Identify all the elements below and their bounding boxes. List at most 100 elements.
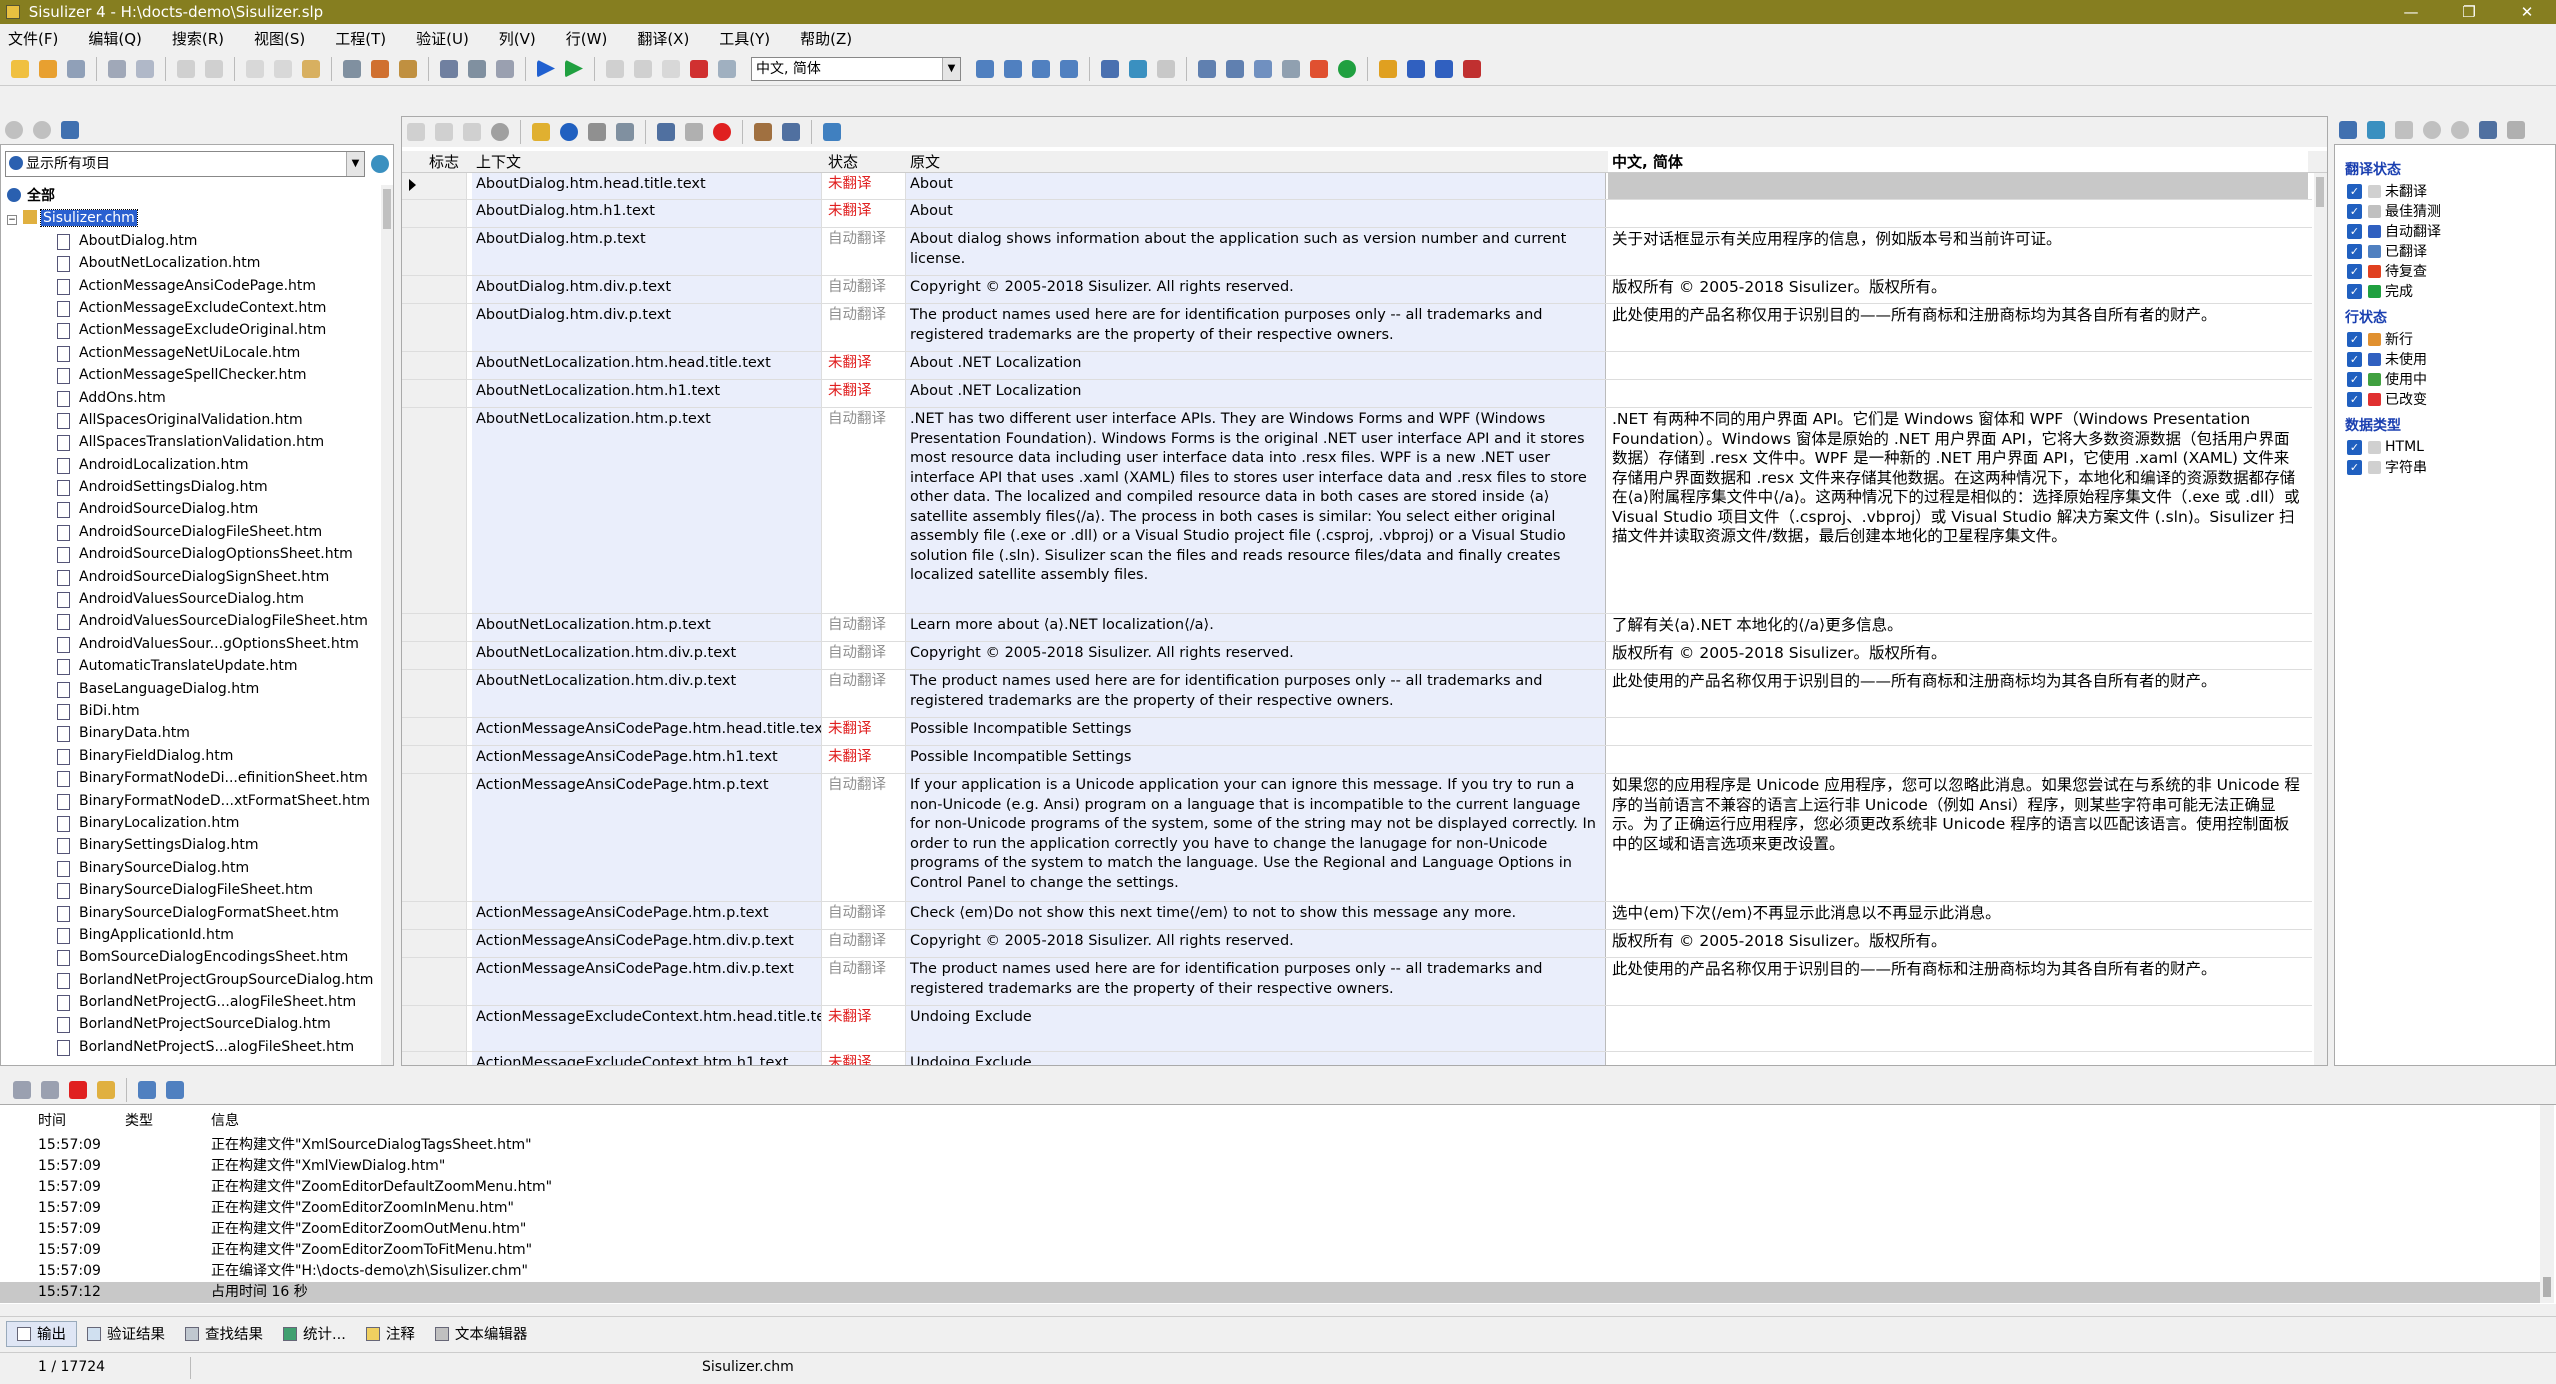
filter-item[interactable]: ✓ 已翻译 xyxy=(2347,241,2555,261)
row-context[interactable]: ActionMessageExcludeContext.htm.h1.text xyxy=(472,1052,822,1065)
table-row[interactable]: ActionMessageAnsiCodePage.htm.p.text 自动翻译… xyxy=(402,902,2312,930)
refresh-tree-icon[interactable] xyxy=(371,155,389,173)
row-translation[interactable] xyxy=(1608,173,2308,199)
row-original[interactable]: Possible Incompatible Settings xyxy=(906,718,1606,745)
menu-row[interactable]: 行(W) xyxy=(566,28,608,49)
filter-edit-icon[interactable] xyxy=(2479,121,2497,139)
filter-item[interactable]: ✓ 自动翻译 xyxy=(2347,221,2555,241)
output-doc-icon[interactable] xyxy=(13,1081,31,1099)
row-flag[interactable] xyxy=(425,173,467,199)
stop-icon[interactable] xyxy=(713,123,731,141)
row-context[interactable]: AboutNetLocalization.htm.p.text xyxy=(472,408,822,613)
tree-file-item[interactable]: AndroidSettingsDialog.htm xyxy=(5,476,385,498)
find-icon[interactable] xyxy=(343,59,361,78)
filter-back-icon[interactable] xyxy=(2423,121,2441,139)
scan-icon[interactable] xyxy=(371,59,389,78)
row-context[interactable]: ActionMessageAnsiCodePage.htm.head.title… xyxy=(472,718,822,745)
row-flag[interactable] xyxy=(425,304,467,351)
row-translation[interactable] xyxy=(1608,352,2308,379)
row-flag[interactable] xyxy=(425,902,467,929)
view-split-icon[interactable] xyxy=(1032,59,1050,78)
column-target[interactable]: 中文, 简体 xyxy=(1608,151,2308,172)
row-status[interactable]: 未翻译 xyxy=(824,1006,906,1051)
run-icon[interactable] xyxy=(537,59,555,78)
output-pin-icon[interactable] xyxy=(166,1081,184,1099)
output-line[interactable]: 15:57:09 正在构建文件"XmlSourceDialogTagsSheet.… xyxy=(0,1135,2540,1156)
table-row[interactable]: AboutDialog.htm.p.text 自动翻译 About dialog s… xyxy=(402,228,2312,276)
column-flag[interactable]: 标志 xyxy=(425,151,472,172)
grid-window-icon[interactable] xyxy=(823,123,841,141)
output-line[interactable]: 15:57:09 正在构建文件"ZoomEditorZoomToFitMenu.h… xyxy=(0,1240,2540,1261)
row-flag[interactable] xyxy=(425,352,467,379)
close-button[interactable]: ✕ xyxy=(2498,0,2556,24)
tree-file-item[interactable]: AndroidSourceDialogSignSheet.htm xyxy=(5,566,385,588)
star-icon[interactable] xyxy=(606,59,624,78)
row-status[interactable]: 未翻译 xyxy=(824,352,906,379)
doc-icon[interactable] xyxy=(1198,59,1216,78)
row-translation[interactable] xyxy=(1608,746,2308,773)
row-context[interactable]: AboutDialog.htm.h1.text xyxy=(472,200,822,227)
edit-icon[interactable] xyxy=(657,123,675,141)
menu-search[interactable]: 搜索(R) xyxy=(172,28,224,49)
row-flag[interactable] xyxy=(425,200,467,227)
row-flag[interactable] xyxy=(425,1006,467,1051)
row-translation[interactable] xyxy=(1608,200,2308,227)
row-translation[interactable]: 如果您的应用程序是 Unicode 应用程序，您可以忽略此消息。如果您尝试在与系… xyxy=(1608,774,2308,901)
output-col-kind[interactable]: 类型 xyxy=(125,1110,211,1132)
row-flag[interactable] xyxy=(425,380,467,407)
tm-icon[interactable] xyxy=(1226,59,1244,78)
tree-file-item[interactable]: ActionMessageAnsiCodePage.htm xyxy=(5,275,385,297)
output-folder-icon[interactable] xyxy=(97,1081,115,1099)
filter-clear-icon[interactable] xyxy=(2507,121,2525,139)
row-context[interactable]: AboutNetLocalization.htm.head.title.text xyxy=(472,352,822,379)
row-status[interactable]: 自动翻译 xyxy=(824,642,906,669)
grid-tool-3-icon[interactable] xyxy=(463,123,481,141)
copy-icon[interactable] xyxy=(274,59,292,78)
tree-file-item[interactable]: ActionMessageExcludeContext.htm xyxy=(5,297,385,319)
table-row[interactable]: ActionMessageAnsiCodePage.htm.h1.text 未翻译… xyxy=(402,746,2312,774)
tree-root[interactable]: 全部 xyxy=(5,185,385,207)
row-original[interactable]: About .NET Localization xyxy=(906,352,1606,379)
tree-file-item[interactable]: AboutNetLocalization.htm xyxy=(5,252,385,274)
tree-file-item[interactable]: BinaryFieldDialog.htm xyxy=(5,745,385,767)
chevron-down-icon[interactable]: ▼ xyxy=(346,152,364,176)
row-status[interactable]: 自动翻译 xyxy=(824,902,906,929)
row-flag[interactable] xyxy=(425,718,467,745)
row-translation[interactable]: 此处使用的产品名称仅用于识别目的——所有商标和注册商标均为其各自所有者的财产。 xyxy=(1608,304,2308,351)
tree-file-item[interactable]: BinaryLocalization.htm xyxy=(5,812,385,834)
row-context[interactable]: ActionMessageExcludeContext.htm.head.tit… xyxy=(472,1006,822,1051)
tab-find[interactable]: 查找结果 xyxy=(175,1321,273,1347)
delete-icon[interactable] xyxy=(588,123,606,141)
menu-translate[interactable]: 翻译(X) xyxy=(637,28,689,49)
tree-file-item[interactable]: BingApplicationId.htm xyxy=(5,924,385,946)
filter-refresh-icon[interactable] xyxy=(2367,121,2385,139)
filter-item[interactable]: ✓ 使用中 xyxy=(2347,369,2555,389)
row-status[interactable]: 自动翻译 xyxy=(824,228,906,275)
grid-check-icon[interactable] xyxy=(491,123,509,141)
row-status[interactable]: 未翻译 xyxy=(824,380,906,407)
filter-item[interactable]: ✓ 字符串 xyxy=(2347,457,2555,477)
chevron-down-icon[interactable]: ▼ xyxy=(942,57,960,80)
filter-item[interactable]: ✓ 已改变 xyxy=(2347,389,2555,409)
grid-tools-icon[interactable] xyxy=(782,123,800,141)
row-translation[interactable]: 版权所有 © 2005-2018 Sisulizer。版权所有。 xyxy=(1608,276,2308,303)
row-context[interactable]: AboutNetLocalization.htm.div.p.text xyxy=(472,642,822,669)
filter-item[interactable]: ✓ 最佳猜测 xyxy=(2347,201,2555,221)
tree-file-item[interactable]: BiDi.htm xyxy=(5,700,385,722)
bookmark-icon[interactable] xyxy=(634,59,652,78)
row-context[interactable]: AboutDialog.htm.div.p.text xyxy=(472,276,822,303)
tree-file-item[interactable]: ActionMessageNetUiLocale.htm xyxy=(5,342,385,364)
tree-filter-select[interactable]: 显示所有项目 ▼ xyxy=(5,151,365,177)
row-original[interactable]: Copyright © 2005-2018 Sisulizer. All rig… xyxy=(906,642,1606,669)
row-original[interactable]: The product names used here are for iden… xyxy=(906,670,1606,717)
row-context[interactable]: AboutDialog.htm.p.text xyxy=(472,228,822,275)
redo-icon[interactable] xyxy=(205,59,223,78)
checkbox-checked-icon[interactable]: ✓ xyxy=(2347,331,2362,347)
forward-icon[interactable] xyxy=(33,121,51,139)
row-context[interactable]: ActionMessageAnsiCodePage.htm.div.p.text xyxy=(472,958,822,1005)
row-context[interactable]: AboutNetLocalization.htm.h1.text xyxy=(472,380,822,407)
row-original[interactable]: About dialog shows information about the… xyxy=(906,228,1606,275)
checkbox-checked-icon[interactable]: ✓ xyxy=(2347,223,2362,239)
tab-text-editor[interactable]: 文本编辑器 xyxy=(425,1321,538,1347)
table-row[interactable]: AboutDialog.htm.div.p.text 自动翻译 The produc… xyxy=(402,304,2312,352)
